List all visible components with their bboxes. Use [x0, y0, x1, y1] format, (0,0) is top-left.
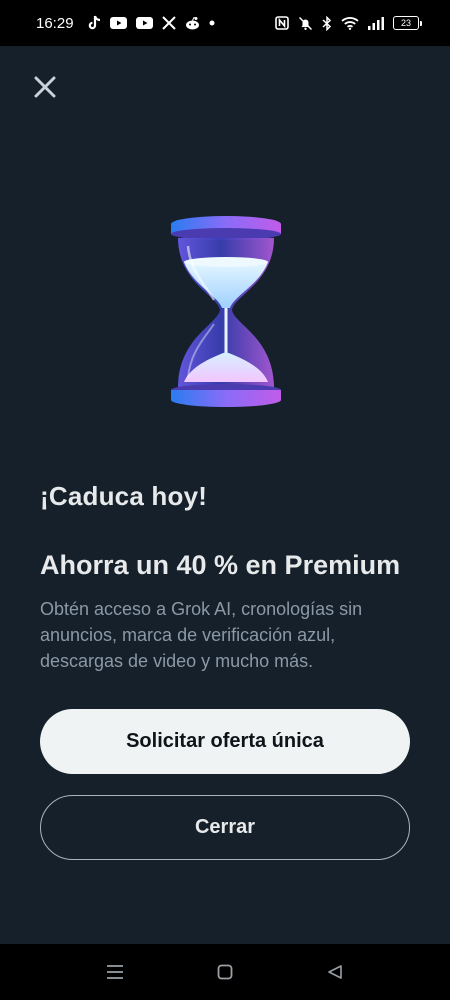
close-dialog-button[interactable]: Cerrar [40, 795, 410, 860]
battery-tip [420, 20, 422, 26]
close-icon [34, 76, 56, 98]
youtube-icon [135, 17, 153, 29]
recent-apps-button[interactable] [95, 952, 135, 992]
battery-indicator: 23 [393, 16, 422, 30]
reddit-icon [185, 16, 200, 30]
youtube-icon [109, 17, 127, 29]
bluetooth-icon [322, 15, 332, 31]
home-icon [217, 964, 233, 980]
premium-headline: Ahorra un 40 % en Premium [40, 550, 401, 580]
status-bar: 16:29 23 [0, 0, 450, 46]
mute-icon [298, 16, 313, 31]
back-button[interactable] [315, 952, 355, 992]
system-nav-bar [0, 944, 450, 1000]
tiktok-icon [87, 15, 101, 31]
home-button[interactable] [205, 952, 245, 992]
hourglass-illustration [160, 212, 292, 412]
status-left: 16:29 [36, 15, 215, 32]
back-icon [328, 965, 342, 979]
signal-icon [368, 16, 384, 30]
nfc-icon [275, 16, 289, 30]
premium-offer-screen: 16:29 23 ¡Caduca hoy! Ahorra un 40 % en … [0, 0, 450, 1000]
status-time: 16:29 [36, 14, 74, 32]
x-icon [161, 16, 176, 30]
close-button[interactable] [30, 72, 60, 102]
status-right: 23 [275, 15, 422, 31]
menu-icon [107, 965, 123, 979]
battery-level: 23 [393, 16, 419, 30]
claim-offer-button[interactable]: Solicitar oferta única [40, 709, 410, 774]
expiry-title: ¡Caduca hoy! [40, 481, 208, 511]
dot-icon [209, 20, 215, 26]
hourglass-icon [171, 216, 281, 407]
wifi-icon [341, 16, 359, 30]
premium-description: Obtén acceso a Grok AI, cronologías sin … [40, 599, 363, 671]
